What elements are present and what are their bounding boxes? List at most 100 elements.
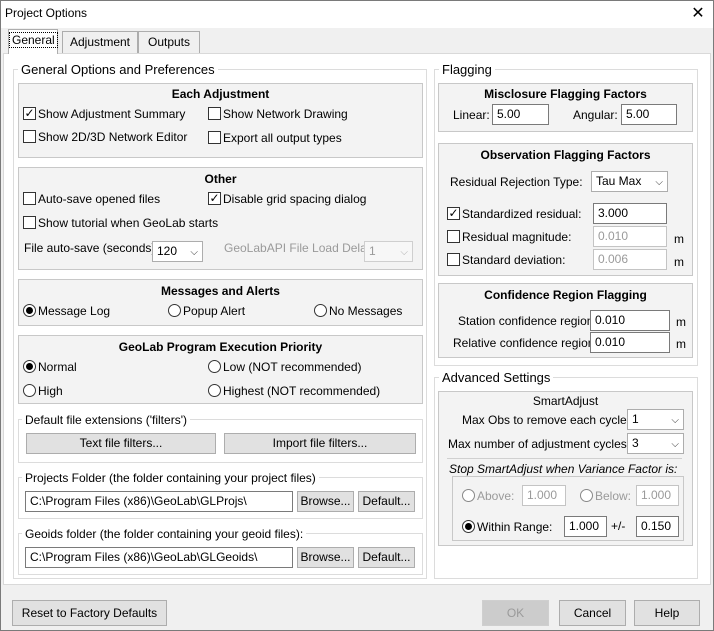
show-network-editor-label: Show 2D/3D Network Editor [38,130,188,144]
advanced-title: Advanced Settings [439,370,554,385]
geoids-default-button[interactable]: Default... [358,547,415,568]
priority-low-label: Low (NOT recommended) [223,360,362,374]
chevron-down-icon: ⌵ [671,439,679,450]
priority-high-label: High [38,384,63,398]
popup-alert-radio[interactable] [168,304,181,317]
window-title: Project Options [5,6,88,20]
station-confidence-label: Station confidence region: [458,314,597,328]
standardized-residual-input[interactable]: 3.000 [593,203,667,224]
priority-highest-radio[interactable] [208,384,221,397]
show-network-drawing-checkbox[interactable] [208,107,221,120]
ok-button[interactable]: OK [482,600,549,626]
reset-defaults-button[interactable]: Reset to Factory Defaults [12,600,167,626]
auto-save-checkbox[interactable] [23,192,36,205]
priority-title: GeoLab Program Execution Priority [118,340,323,354]
priority-high-radio[interactable] [23,384,36,397]
residual-magnitude-unit: m [674,232,684,246]
load-delay-label: GeoLabAPI File Load Delay: [224,241,377,255]
show-network-editor-checkbox[interactable] [23,130,36,143]
residual-magnitude-input[interactable]: 0.010 [593,226,667,247]
station-confidence-input[interactable]: 0.010 [590,310,670,331]
messages-section: Messages and Alerts [18,279,423,326]
relative-confidence-unit: m [676,337,686,351]
popup-alert-label: Popup Alert [183,304,246,318]
divider [447,458,682,459]
show-tutorial-checkbox[interactable] [23,216,36,229]
disable-grid-checkbox[interactable] [208,192,221,205]
stop-smartadjust-label: Stop SmartAdjust when Variance Factor is… [449,462,678,476]
export-all-outputs-label: Export all output types [223,131,342,145]
relative-confidence-label: Relative confidence region: [453,336,598,350]
rejection-type-select[interactable]: Tau Max ⌵ [591,171,668,192]
show-network-drawing-label: Show Network Drawing [223,107,348,121]
show-tutorial-label: Show tutorial when GeoLab starts [38,216,219,230]
rejection-type-value: Tau Max [596,174,642,188]
cancel-button[interactable]: Cancel [559,600,626,626]
relative-confidence-input[interactable]: 0.010 [590,332,670,353]
angular-input[interactable]: 5.00 [621,104,677,125]
projects-folder-input[interactable]: C:\Program Files (x86)\GeoLab\GLProjs\ [25,491,293,512]
help-button[interactable]: Help [634,600,700,626]
show-adjustment-summary-checkbox[interactable] [23,107,36,120]
close-icon[interactable]: ✕ [688,4,708,24]
below-input[interactable]: 1.000 [636,485,679,506]
standardized-residual-label: Standardized residual: [462,207,582,221]
text-filters-button[interactable]: Text file filters... [26,433,216,454]
each-adjustment-title: Each Adjustment [171,87,270,101]
linear-input[interactable]: 5.00 [492,104,549,125]
max-obs-select[interactable]: 1 ⌵ [627,409,684,430]
plus-minus-input[interactable]: 0.150 [636,516,679,537]
within-range-label: Within Range: [477,520,553,534]
priority-normal-radio[interactable] [23,360,36,373]
within-range-input[interactable]: 1.000 [564,516,607,537]
max-obs-label: Max Obs to remove each cycle: [462,413,631,427]
file-autosave-label: File auto-save (seconds): [24,241,159,255]
standard-deviation-checkbox[interactable] [447,253,460,266]
linear-label: Linear: [453,108,490,122]
above-radio[interactable] [462,489,475,502]
misclosure-title: Misclosure Flagging Factors [484,87,647,101]
standard-deviation-input[interactable]: 0.006 [593,249,667,270]
message-log-radio[interactable] [23,304,36,317]
above-input[interactable]: 1.000 [522,485,566,506]
residual-magnitude-label: Residual magnitude: [462,230,572,244]
within-range-radio[interactable] [462,520,475,533]
standard-deviation-label: Standard deviation: [462,253,566,267]
import-filters-button[interactable]: Import file filters... [224,433,416,454]
angular-label: Angular: [573,108,618,122]
geoids-browse-button[interactable]: Browse... [297,547,354,568]
rejection-type-label: Residual Rejection Type: [450,175,583,189]
standard-deviation-unit: m [674,255,684,269]
priority-low-radio[interactable] [208,360,221,373]
observation-title: Observation Flagging Factors [480,148,651,162]
no-messages-radio[interactable] [314,304,327,317]
export-all-outputs-checkbox[interactable] [208,131,221,144]
tab-adjustment[interactable]: Adjustment [62,31,138,53]
general-options-title: General Options and Preferences [18,62,218,77]
chevron-down-icon: ⌵ [190,247,198,258]
projects-default-button[interactable]: Default... [358,491,415,512]
file-autosave-select[interactable]: 120 ⌵ [152,241,203,262]
messages-title: Messages and Alerts [161,284,280,298]
projects-folder-label: Projects Folder (the folder containing y… [22,471,319,485]
file-autosave-value: 120 [157,244,178,258]
below-radio[interactable] [580,489,593,502]
chevron-down-icon: ⌵ [400,247,408,258]
residual-magnitude-checkbox[interactable] [447,230,460,243]
above-label: Above: [477,489,515,503]
message-log-label: Message Log [38,304,111,318]
extensions-label: Default file extensions ('filters') [22,413,190,427]
geoids-folder-input[interactable]: C:\Program Files (x86)\GeoLab\GLGeoids\ [25,547,293,568]
max-cycles-label: Max number of adjustment cycles: [448,437,631,451]
chevron-down-icon: ⌵ [671,415,679,426]
standardized-residual-checkbox[interactable] [447,207,460,220]
tab-general[interactable]: General [8,29,58,54]
load-delay-value: 1 [369,244,376,258]
no-messages-label: No Messages [329,304,403,318]
projects-browse-button[interactable]: Browse... [297,491,354,512]
max-cycles-select[interactable]: 3 ⌵ [627,433,684,454]
load-delay-select[interactable]: 1 ⌵ [364,241,413,262]
other-title: Other [204,172,237,186]
confidence-title: Confidence Region Flagging [484,288,647,302]
tab-outputs[interactable]: Outputs [138,31,200,53]
